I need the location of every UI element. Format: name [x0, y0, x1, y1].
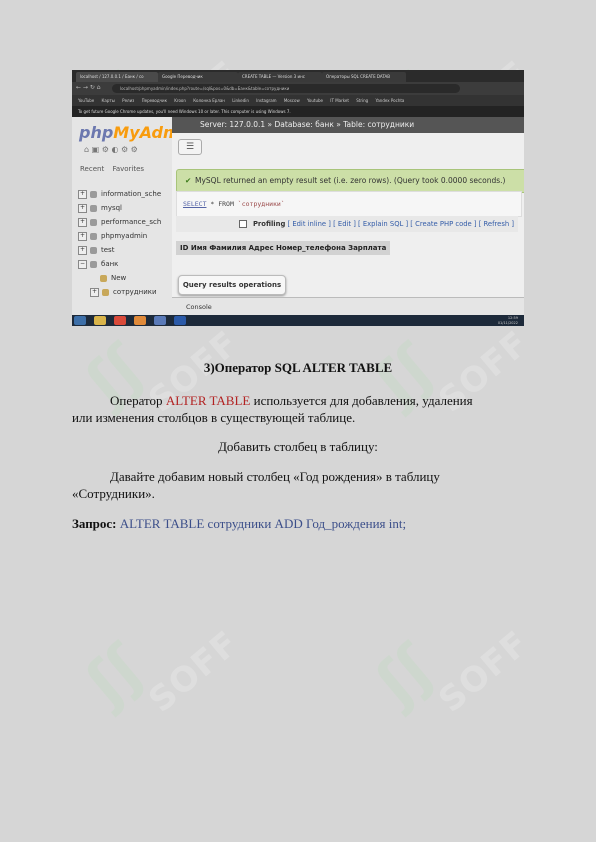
sql-query-box: SELECT * FROM `сотрудники`: [176, 191, 522, 217]
watermark-logo: ʃʃSOFF: [363, 623, 537, 721]
update-warning-bar: To get future Google Chrome updates, you…: [72, 106, 524, 117]
bookmark-item[interactable]: IT Market: [330, 98, 349, 103]
nav-arrows-icon[interactable]: ← → ↻ ⌂: [76, 84, 101, 91]
query-links[interactable]: [ Edit inline ] [ Edit ] [ Explain SQL ]…: [288, 220, 514, 228]
bookmarks-bar: YouTube Карты Релиз Переводчик Kroon Кол…: [72, 95, 524, 106]
bookmark-item[interactable]: YouTube: [78, 98, 94, 103]
address-bar-area: ← → ↻ ⌂ localhost/phpmyadmin/index.php?r…: [72, 82, 524, 95]
paragraph-add-column: Добавить столбец в таблицу:: [218, 439, 378, 454]
paragraph-example: Давайте добавим новый столбец «Год рожде…: [72, 469, 440, 501]
watermark-logo: ʃʃSOFF: [363, 323, 537, 421]
profiling-bar: Profiling [ Edit inline ] [ Edit ] [ Exp…: [176, 216, 518, 232]
paragraph-alter-table: Оператор ALTER TABLE используется для до…: [72, 393, 473, 425]
tab-favorites[interactable]: Favorites: [112, 165, 144, 173]
explorer-icon[interactable]: [94, 316, 106, 325]
system-tray-clock[interactable]: 12:59 01/11/2022: [498, 316, 518, 325]
sidebar-nav-tabs: Recent Favorites: [80, 165, 150, 173]
browser-tab-strip: localhost / 127.0.0.1 / Банк / со Google…: [72, 70, 524, 82]
tab-recent[interactable]: Recent: [80, 165, 104, 173]
url-field[interactable]: localhost/phpmyadmin/index.php?route=/sq…: [112, 84, 460, 93]
check-icon: ✔: [185, 176, 192, 185]
console-bar[interactable]: Console: [172, 297, 524, 316]
bookmark-item[interactable]: Переводчик: [142, 98, 167, 103]
db-item[interactable]: + phpmyadmin: [78, 229, 161, 243]
chrome-icon[interactable]: [114, 316, 126, 325]
profiling-checkbox[interactable]: [238, 220, 247, 228]
success-message: ✔ MySQL returned an empty result set (i.…: [176, 169, 524, 193]
result-column-headers: ID Имя Фамилия Адрес Номер_телефона Зарп…: [176, 241, 391, 255]
browser-tab[interactable]: Операторы SQL CREATE DATAB: [322, 72, 406, 82]
watermark-logo: ʃʃSOFF: [73, 623, 247, 721]
bookmark-item[interactable]: Linkedin: [232, 98, 249, 103]
bookmark-item[interactable]: String: [356, 98, 368, 103]
pma-main: Server: 127.0.0.1 » Database: банк » Tab…: [172, 117, 524, 316]
browser-tab[interactable]: Google Переводчик: [158, 72, 238, 82]
bookmark-item[interactable]: Instagram: [256, 98, 276, 103]
start-icon[interactable]: [74, 316, 86, 325]
pma-sidebar: phpMyAdmin ⌂ ▣ ⚙ ◐ ⚙ ⚙ Recent Favorites …: [72, 117, 197, 315]
db-item[interactable]: + mysql: [78, 201, 161, 215]
menu-icon[interactable]: ☰: [178, 139, 202, 155]
bookmark-item[interactable]: Yandex Pochta: [375, 98, 404, 103]
browser-tab[interactable]: CREATE TABLE — Version 3 инс: [238, 72, 322, 82]
db-item[interactable]: − банк: [78, 257, 161, 271]
db-item[interactable]: + information_sche: [78, 187, 161, 201]
breadcrumb[interactable]: Server: 127.0.0.1 » Database: банк » Tab…: [172, 117, 524, 133]
sidebar-icons[interactable]: ⌂ ▣ ⚙ ◐ ⚙ ⚙: [84, 145, 138, 154]
bookmark-item[interactable]: Youtube: [307, 98, 323, 103]
query-label: Запрос:: [72, 516, 117, 531]
query-text: ALTER TABLE сотрудники ADD Год_рождения …: [116, 516, 407, 531]
section-heading: 3)Оператор SQL ALTER TABLE: [203, 360, 393, 375]
query-line: Запрос: ALTER TABLE сотрудники ADD Год_р…: [72, 515, 524, 532]
app-icon[interactable]: [134, 316, 146, 325]
watermark-logo: ʃʃSOFF: [73, 323, 247, 421]
phpmyadmin-screenshot: localhost / 127.0.0.1 / Банк / со Google…: [72, 70, 524, 326]
windows-taskbar: 12:59 01/11/2022: [72, 315, 524, 326]
new-table-item[interactable]: New: [78, 271, 161, 285]
database-tree: + information_sche + mysql + performance_sc…: [78, 187, 161, 299]
word-icon[interactable]: [174, 316, 186, 325]
bookmark-item[interactable]: Moscow: [284, 98, 300, 103]
bookmark-item[interactable]: Kroon: [174, 98, 186, 103]
query-results-operations[interactable]: Query results operations: [178, 275, 286, 295]
db-item[interactable]: + test: [78, 243, 161, 257]
db-item[interactable]: + performance_sch: [78, 215, 161, 229]
browser-tab[interactable]: localhost / 127.0.0.1 / Банк / со: [76, 72, 158, 82]
bookmark-item[interactable]: Колонка Ерлан: [193, 98, 225, 103]
bookmark-item[interactable]: Релиз: [122, 98, 134, 103]
table-item[interactable]: + сотрудники: [78, 285, 161, 299]
bookmark-item[interactable]: Карты: [102, 98, 115, 103]
app-icon[interactable]: [154, 316, 166, 325]
